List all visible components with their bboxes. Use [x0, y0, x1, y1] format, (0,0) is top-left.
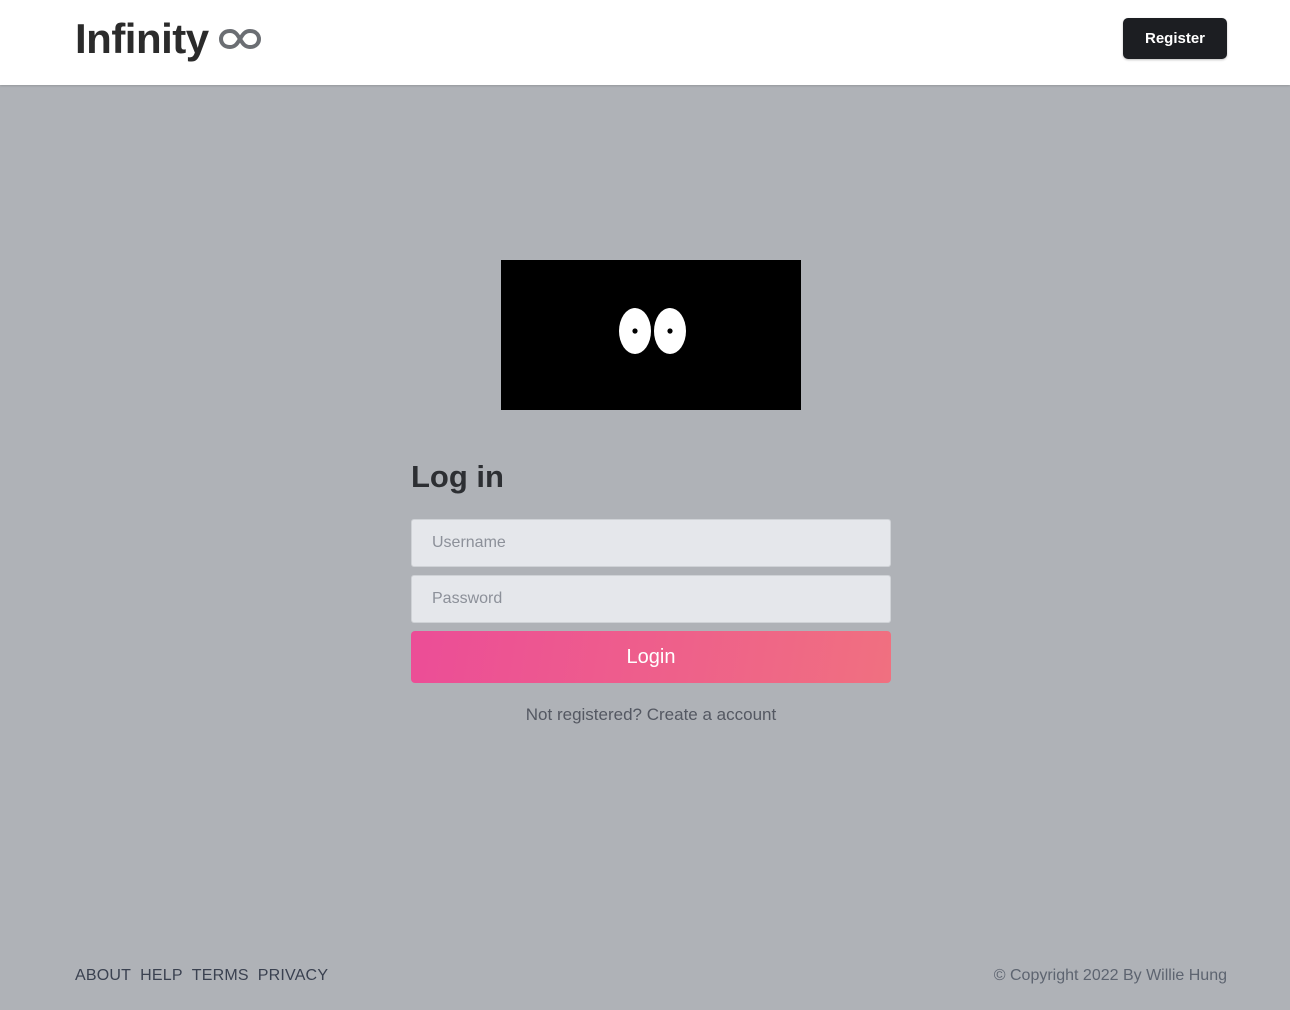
page-footer: ABOUT HELP TERMS PRIVACY © Copyright 202…: [75, 964, 1227, 988]
login-form: Log in Login Not registered? Create a ac…: [411, 455, 891, 725]
footer-link-help[interactable]: HELP: [140, 967, 183, 985]
top-header: Infinity Register: [0, 0, 1290, 85]
eyes-icon: [619, 308, 686, 354]
footer-link-about[interactable]: ABOUT: [75, 967, 131, 985]
footer-link-privacy[interactable]: PRIVACY: [258, 967, 328, 985]
brand-logo[interactable]: Infinity: [75, 14, 261, 64]
footer-nav: ABOUT HELP TERMS PRIVACY: [75, 967, 328, 985]
username-input[interactable]: [411, 519, 891, 567]
infinity-icon: [218, 29, 261, 49]
password-input[interactable]: [411, 575, 891, 623]
brand-name: Infinity: [75, 15, 209, 62]
login-button[interactable]: Login: [411, 631, 891, 683]
login-title: Log in: [411, 459, 504, 494]
copyright-text: © Copyright 2022 By Willie Hung: [993, 967, 1227, 984]
hero-image: [501, 260, 801, 410]
register-button[interactable]: Register: [1123, 18, 1227, 59]
create-account-link[interactable]: Not registered? Create a account: [411, 705, 891, 725]
footer-link-terms[interactable]: TERMS: [192, 967, 249, 985]
